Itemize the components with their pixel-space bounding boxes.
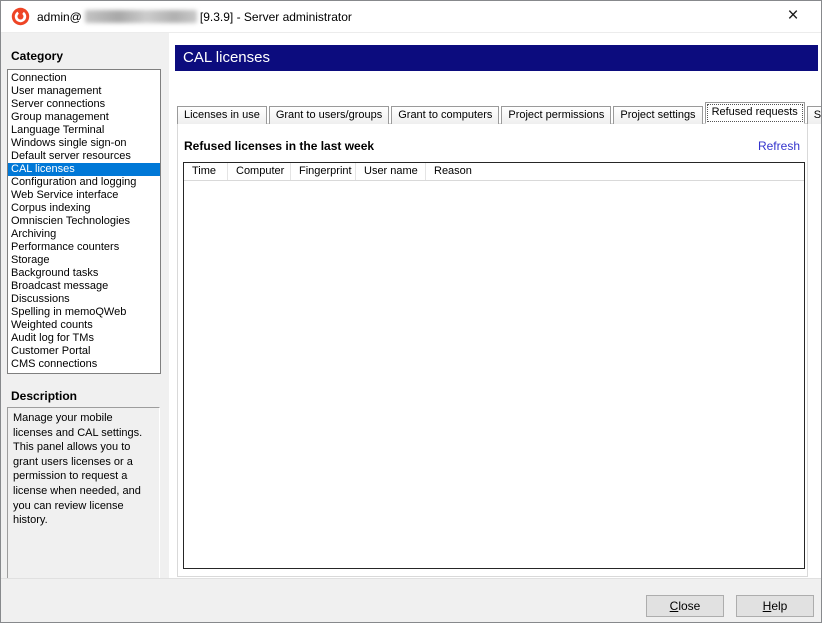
category-listbox[interactable]: Connection User management Server connecti… (7, 69, 161, 374)
column-header-time[interactable]: Time (184, 163, 228, 180)
category-label: Category (11, 49, 64, 63)
memoq-logo-icon (11, 7, 30, 26)
category-item-default-server-resources[interactable]: Default server resources (8, 150, 160, 163)
category-item-omniscien-technologies[interactable]: Omniscien Technologies (8, 215, 160, 228)
section-heading: Refused licenses in the last week (184, 139, 375, 153)
description-panel: Manage your mobile licenses and CAL sett… (7, 407, 160, 594)
redacted-server-name (84, 10, 197, 23)
category-item-connection[interactable]: Connection (8, 72, 160, 85)
server-administrator-window: admin@ [9.3.9] - Server administrator × … (0, 0, 822, 623)
category-item-discussions[interactable]: Discussions (8, 293, 160, 306)
category-item-archiving[interactable]: Archiving (8, 228, 160, 241)
table-header-row: Time Computer Fingerprint User name Reason (184, 163, 804, 181)
category-item-spelling-in-memoqweb[interactable]: Spelling in memoQWeb (8, 306, 160, 319)
tab-licenses-in-use[interactable]: Licenses in use (177, 106, 267, 124)
table-body[interactable] (184, 181, 804, 568)
category-item-language-terminal[interactable]: Language Terminal (8, 124, 160, 137)
tab-refused-requests[interactable]: Refused requests (704, 102, 805, 124)
category-item-performance-counters[interactable]: Performance counters (8, 241, 160, 254)
footer-bar: Close Help (1, 578, 821, 622)
refresh-link[interactable]: Refresh (758, 139, 800, 153)
refused-requests-tab-page: Refused licenses in the last week Refres… (177, 123, 808, 577)
category-item-cms-connections[interactable]: CMS connections (8, 358, 160, 371)
column-header-computer[interactable]: Computer (228, 163, 291, 180)
category-item-storage[interactable]: Storage (8, 254, 160, 267)
close-window-button[interactable]: × (775, 1, 811, 32)
column-header-user-name[interactable]: User name (356, 163, 426, 180)
category-item-configuration-and-logging[interactable]: Configuration and logging (8, 176, 160, 189)
help-button[interactable]: Help (736, 595, 814, 617)
refused-licenses-table: Time Computer Fingerprint User name Reason (183, 162, 805, 569)
category-item-web-service-interface[interactable]: Web Service interface (8, 189, 160, 202)
category-item-user-management[interactable]: User management (8, 85, 160, 98)
window-title: admin@ [9.3.9] - Server administrator (37, 10, 352, 24)
window-title-prefix: admin@ (37, 9, 82, 24)
close-button[interactable]: Close (646, 595, 724, 617)
column-header-fingerprint[interactable]: Fingerprint (291, 163, 356, 180)
category-item-windows-single-sign-on[interactable]: Windows single sign-on (8, 137, 160, 150)
tab-project-permissions[interactable]: Project permissions (501, 106, 612, 124)
description-label: Description (11, 389, 78, 403)
tab-strip: Licenses in use Grant to users/groups Gran… (177, 102, 821, 124)
category-item-group-management[interactable]: Group management (8, 111, 160, 124)
title-bar: admin@ [9.3.9] - Server administrator × (1, 1, 821, 33)
category-item-weighted-counts[interactable]: Weighted counts (8, 319, 160, 332)
category-item-cal-licenses[interactable]: CAL licenses (8, 163, 160, 176)
tab-settings[interactable]: Settings (806, 106, 821, 124)
tab-project-settings[interactable]: Project settings (613, 106, 703, 124)
page-title: CAL licenses (175, 45, 818, 71)
column-header-reason[interactable]: Reason (426, 163, 804, 180)
category-item-audit-log-for-tms[interactable]: Audit log for TMs (8, 332, 160, 345)
tab-grant-to-users-groups[interactable]: Grant to users/groups (268, 106, 390, 124)
tab-grant-to-computers[interactable]: Grant to computers (391, 106, 500, 124)
category-item-background-tasks[interactable]: Background tasks (8, 267, 160, 280)
window-title-suffix: [9.3.9] - Server administrator (199, 9, 352, 24)
category-item-broadcast-message[interactable]: Broadcast message (8, 280, 160, 293)
category-item-server-connections[interactable]: Server connections (8, 98, 160, 111)
category-item-customer-portal[interactable]: Customer Portal (8, 345, 160, 358)
category-item-corpus-indexing[interactable]: Corpus indexing (8, 202, 160, 215)
